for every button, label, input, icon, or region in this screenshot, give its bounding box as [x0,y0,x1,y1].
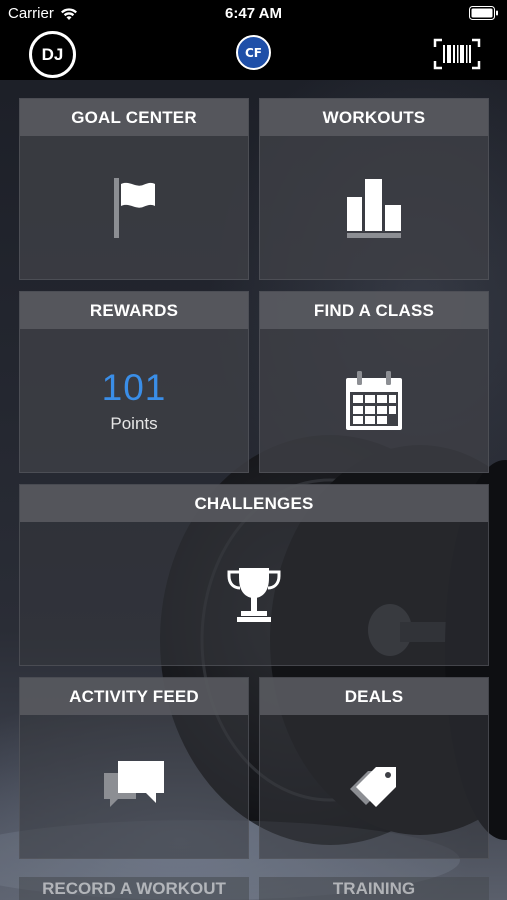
barcode-scan-button[interactable] [433,38,481,70]
points-label: Points [110,413,158,433]
tile-goal-center-body [20,136,248,279]
tile-workouts-label: WORKOUTS [260,99,488,136]
tile-goal-center-label: GOAL CENTER [20,99,248,136]
battery-icon [469,6,499,24]
tile-rewards-body: 101 Points [20,329,248,472]
tile-deals-label: DEALS [260,678,488,715]
tile-rewards-label: REWARDS [20,292,248,329]
tile-challenges-label: CHALLENGES [20,485,488,522]
tile-challenges[interactable]: CHALLENGES [19,484,489,666]
tile-record-a-workout[interactable]: RECORD A WORKOUT [19,877,249,900]
status-time: 6:47 AM [225,5,282,22]
avatar[interactable]: DJ [29,31,76,78]
barcode-scan-icon [433,38,481,70]
trophy-icon [227,567,281,622]
tile-deals[interactable]: DEALS [259,677,489,859]
points-value: 101 [101,366,167,408]
avatar-initials: DJ [41,44,64,64]
tile-find-a-class-label: FIND A CLASS [260,292,488,329]
tile-activity-feed-body [20,715,248,858]
calendar-icon [346,370,402,430]
tile-find-a-class[interactable]: FIND A CLASS [259,291,489,473]
tile-find-a-class-body [260,329,488,472]
tile-workouts[interactable]: WORKOUTS [259,98,489,280]
tile-goal-center[interactable]: GOAL CENTER [19,98,249,280]
status-bar: Carrier 6:47 AM [0,0,507,28]
chat-bubbles-icon [104,760,164,807]
tile-activity-feed[interactable]: ACTIVITY FEED [19,677,249,859]
tile-deals-body [260,715,488,858]
gym-logo: CF [236,35,271,70]
bar-chart-icon [347,178,401,238]
flag-icon [114,177,155,238]
tile-rewards[interactable]: REWARDS 101 Points [19,291,249,473]
tile-training[interactable]: TRAINING [259,877,489,900]
logo-text: CF [244,45,262,60]
tile-workouts-body [260,136,488,279]
nav-bar: DJ CF [0,28,507,80]
tile-activity-feed-label: ACTIVITY FEED [20,678,248,715]
tile-record-a-workout-label: RECORD A WORKOUT [42,879,226,898]
price-tag-icon [350,766,396,807]
tile-training-label: TRAINING [332,879,416,898]
tile-challenges-body [20,522,488,665]
